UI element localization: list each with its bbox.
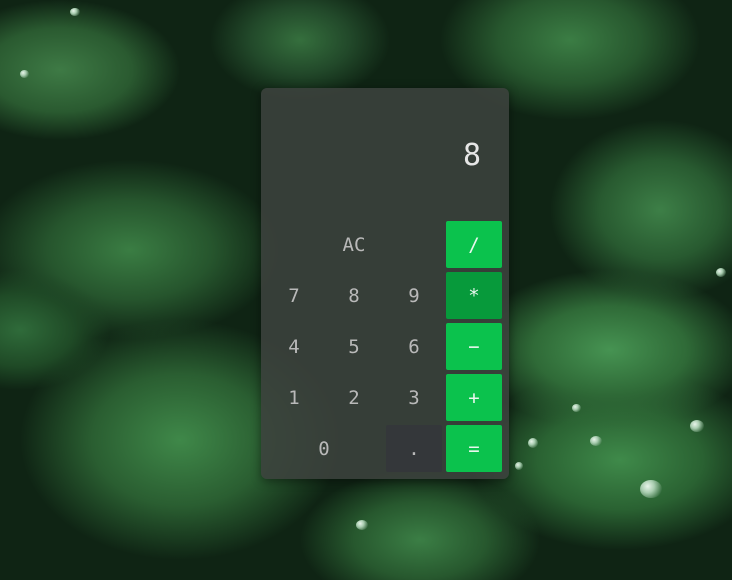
digit-3-button[interactable]: 3 bbox=[386, 374, 442, 421]
equals-button[interactable]: = bbox=[446, 425, 502, 472]
water-droplet bbox=[572, 404, 581, 412]
add-button[interactable]: + bbox=[446, 374, 502, 421]
water-droplet bbox=[356, 520, 368, 530]
water-droplet bbox=[690, 420, 704, 432]
digit-7-button[interactable]: 7 bbox=[266, 272, 322, 319]
digit-2-button[interactable]: 2 bbox=[326, 374, 382, 421]
digit-6-button[interactable]: 6 bbox=[386, 323, 442, 370]
calculator-panel: 8 AC / 7 8 9 * 4 5 6 − 1 2 3 + 0 . = bbox=[261, 88, 509, 479]
water-droplet bbox=[716, 268, 726, 277]
divide-button[interactable]: / bbox=[446, 221, 502, 268]
water-droplet bbox=[590, 436, 602, 446]
calculator-display: 8 bbox=[261, 88, 509, 218]
subtract-button[interactable]: − bbox=[446, 323, 502, 370]
water-droplet bbox=[70, 8, 80, 16]
decimal-button[interactable]: . bbox=[386, 425, 442, 472]
digit-0-button[interactable]: 0 bbox=[266, 425, 382, 472]
multiply-button[interactable]: * bbox=[446, 272, 502, 319]
digit-9-button[interactable]: 9 bbox=[386, 272, 442, 319]
display-value: 8 bbox=[462, 138, 481, 173]
digit-8-button[interactable]: 8 bbox=[326, 272, 382, 319]
digit-1-button[interactable]: 1 bbox=[266, 374, 322, 421]
water-droplet bbox=[640, 480, 662, 498]
digit-5-button[interactable]: 5 bbox=[326, 323, 382, 370]
water-droplet bbox=[515, 462, 523, 470]
water-droplet bbox=[20, 70, 29, 78]
clear-button[interactable]: AC bbox=[326, 221, 382, 268]
water-droplet bbox=[528, 438, 538, 448]
digit-4-button[interactable]: 4 bbox=[266, 323, 322, 370]
